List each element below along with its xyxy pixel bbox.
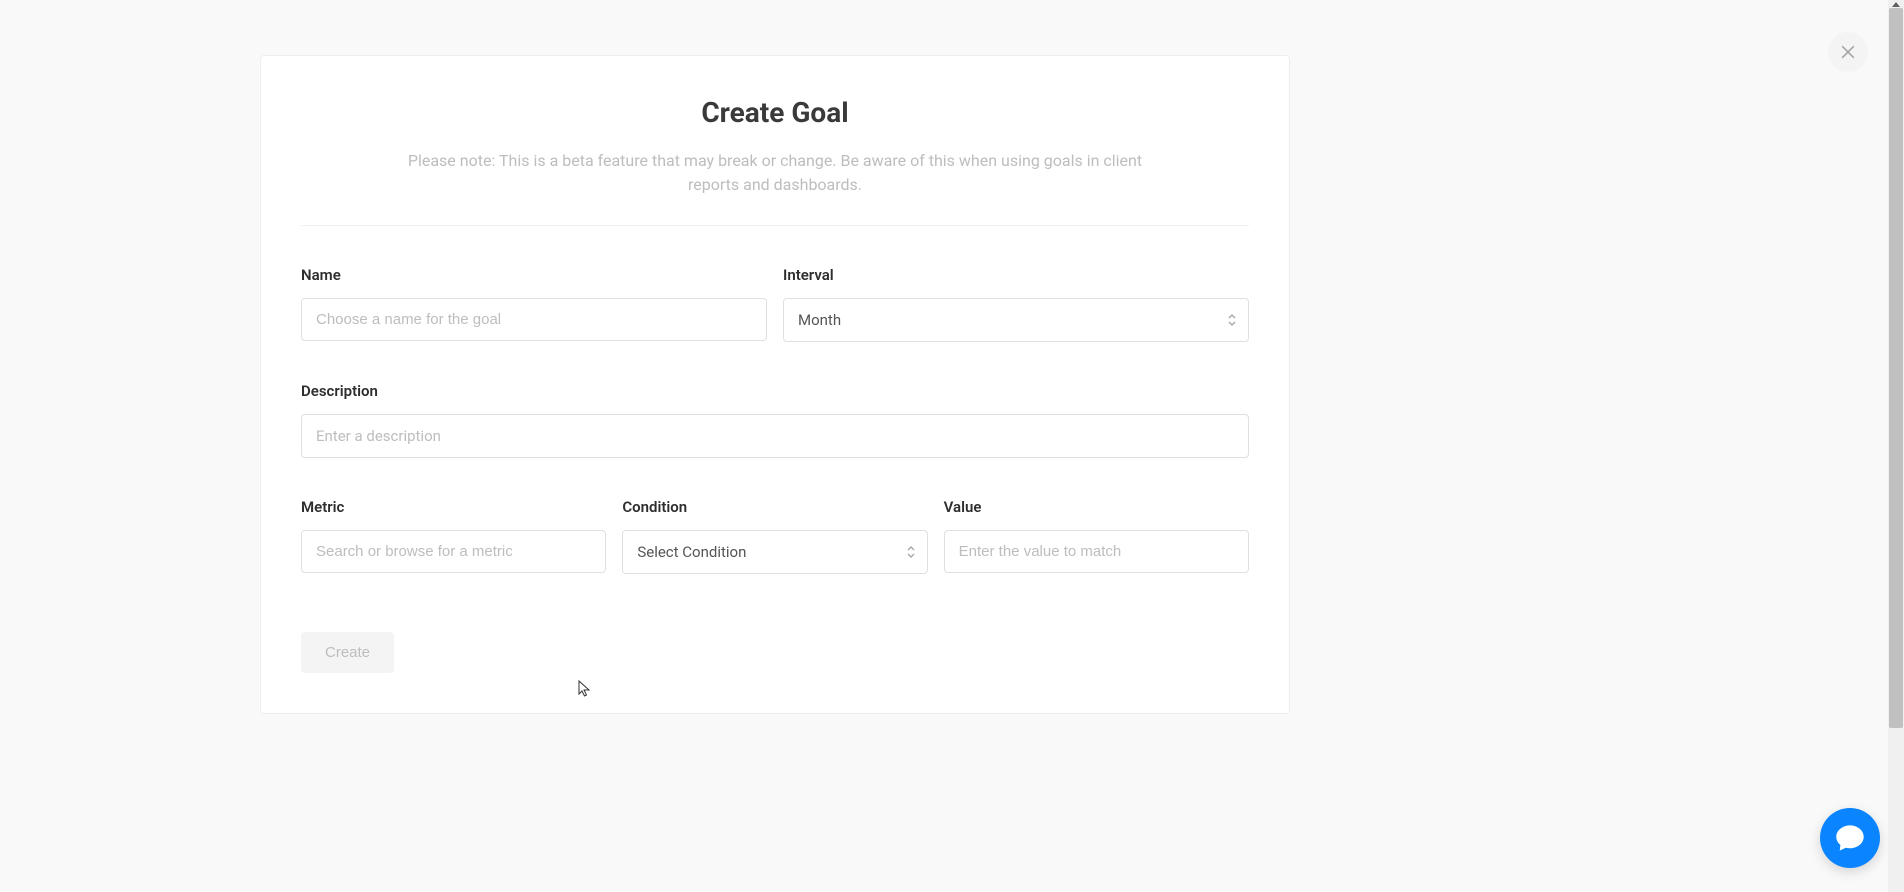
value-field-group: Value — [944, 498, 1249, 574]
close-icon — [1838, 42, 1858, 62]
modal-title: Create Goal — [381, 96, 1169, 129]
close-button[interactable] — [1828, 32, 1868, 72]
metric-input[interactable] — [301, 530, 606, 573]
scrollbar[interactable] — [1888, 0, 1904, 892]
chat-icon — [1834, 822, 1866, 854]
create-button[interactable]: Create — [301, 632, 394, 673]
condition-label: Condition — [622, 498, 927, 516]
interval-select[interactable]: Month — [783, 298, 1249, 342]
description-field-group: Description — [301, 382, 1249, 458]
name-input[interactable] — [301, 298, 767, 341]
modal-header: Create Goal Please note: This is a beta … — [301, 56, 1249, 226]
goal-form: Name Interval Month Descriptio — [261, 226, 1289, 673]
scrollbar-thumb[interactable] — [1889, 8, 1903, 728]
description-label: Description — [301, 382, 1249, 400]
condition-field-group: Condition Select Condition — [622, 498, 927, 574]
interval-label: Interval — [783, 266, 1249, 284]
modal-subtitle: Please note: This is a beta feature that… — [381, 149, 1169, 197]
interval-field-group: Interval Month — [783, 266, 1249, 342]
chat-widget-button[interactable] — [1820, 808, 1880, 868]
value-input[interactable] — [944, 530, 1249, 573]
name-label: Name — [301, 266, 767, 284]
name-field-group: Name — [301, 266, 767, 342]
metric-field-group: Metric — [301, 498, 606, 574]
condition-select[interactable]: Select Condition — [622, 530, 927, 574]
create-goal-modal: Create Goal Please note: This is a beta … — [260, 55, 1290, 714]
metric-label: Metric — [301, 498, 606, 516]
description-input[interactable] — [301, 414, 1249, 458]
value-label: Value — [944, 498, 1249, 516]
scrollbar-arrow-up-icon — [1890, 0, 1902, 8]
